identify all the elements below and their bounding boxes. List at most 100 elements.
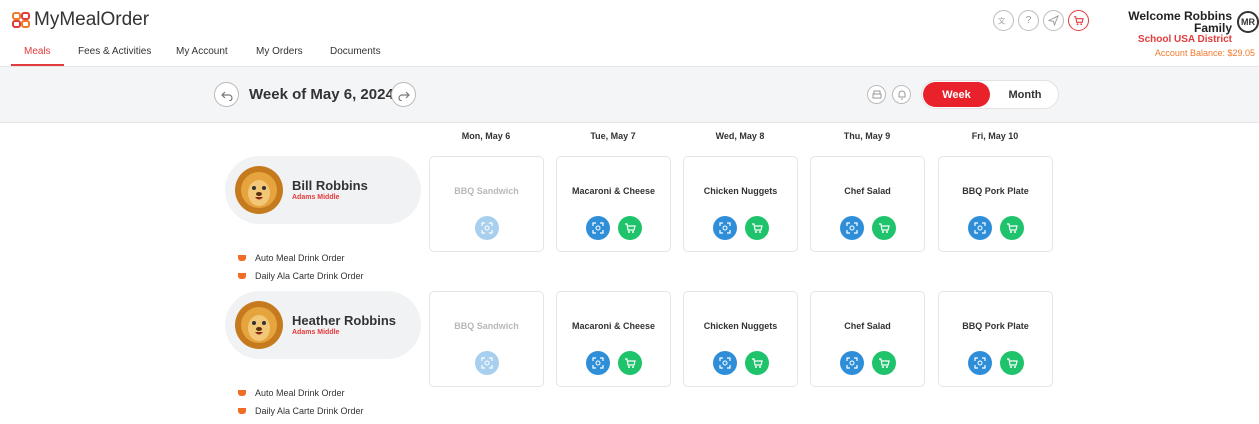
view-meal-button[interactable]	[967, 351, 992, 375]
svg-text:文: 文	[998, 16, 1006, 25]
add-to-cart-button[interactable]	[617, 351, 642, 375]
drink-orders: Auto Meal Drink Order Daily Ala Carte Dr…	[238, 384, 364, 420]
student-school: Adams Middle	[292, 329, 340, 336]
cup-icon	[238, 390, 246, 396]
undo-arrow-icon	[220, 91, 233, 101]
meal-card[interactable]: Chicken Nuggets	[683, 291, 798, 387]
add-to-cart-button[interactable]	[617, 216, 642, 240]
scan-icon	[973, 357, 986, 369]
meal-name: Chicken Nuggets	[703, 186, 778, 196]
add-to-cart-button[interactable]	[999, 351, 1024, 375]
meal-card[interactable]: BBQ Pork Plate	[938, 156, 1053, 252]
day-header: Mon, May 6	[461, 131, 511, 141]
view-meal-button	[474, 216, 499, 240]
view-meal-button[interactable]	[839, 216, 864, 240]
nav-my-account[interactable]: My Account	[176, 46, 228, 57]
drink-order-item[interactable]: Auto Meal Drink Order	[238, 249, 364, 267]
view-toggle: Week Month	[921, 80, 1059, 109]
cart-icon	[878, 223, 890, 233]
scan-icon	[718, 222, 731, 234]
view-meal-button[interactable]	[967, 216, 992, 240]
add-to-cart-button[interactable]	[744, 351, 769, 375]
account-balance[interactable]: Account Balance: $29.05	[1155, 48, 1255, 58]
lion-mascot-icon	[235, 166, 283, 214]
header-icons: 文 ?	[993, 10, 1089, 31]
student-card[interactable]: Heather Robbins Adams Middle	[225, 291, 421, 359]
print-button[interactable]	[867, 85, 886, 104]
translate-icon[interactable]: 文	[993, 10, 1014, 31]
day-header: Fri, May 10	[971, 131, 1019, 141]
view-meal-button[interactable]	[712, 351, 737, 375]
welcome-text: Welcome Robbins Family	[1128, 9, 1232, 35]
meal-card[interactable]: Chef Salad	[810, 291, 925, 387]
meal-card[interactable]: BBQ Sandwich	[429, 291, 544, 387]
cart-icon	[751, 223, 763, 233]
next-week-button[interactable]	[391, 82, 416, 107]
view-meal-button[interactable]	[839, 351, 864, 375]
add-to-cart-button[interactable]	[871, 351, 896, 375]
meal-name: BBQ Pork Plate	[962, 186, 1029, 196]
day-header: Tue, May 7	[590, 131, 636, 141]
logo-icon	[12, 12, 30, 28]
meal-name: BBQ Sandwich	[454, 186, 519, 196]
nav-my-orders[interactable]: My Orders	[256, 46, 303, 57]
add-to-cart-button[interactable]	[871, 216, 896, 240]
add-to-cart-button[interactable]	[999, 216, 1024, 240]
drink-order-item[interactable]: Daily Ala Carte Drink Order	[238, 402, 364, 420]
bell-icon	[898, 90, 905, 99]
add-to-cart-button[interactable]	[744, 216, 769, 240]
drink-order-item[interactable]: Auto Meal Drink Order	[238, 384, 364, 402]
previous-week-button[interactable]	[214, 82, 239, 107]
allergy-button[interactable]	[892, 85, 911, 104]
cart-icon	[624, 223, 636, 233]
send-icon[interactable]	[1043, 10, 1064, 31]
cart-icon	[1006, 223, 1018, 233]
student-school: Adams Middle	[292, 194, 340, 201]
month-view-button[interactable]: Month	[992, 82, 1058, 107]
student-card[interactable]: Bill Robbins Adams Middle	[225, 156, 421, 224]
cart-icon	[1006, 358, 1018, 368]
cup-icon	[238, 408, 246, 414]
day-header: Wed, May 8	[715, 131, 765, 141]
lion-mascot-icon	[235, 301, 283, 349]
cup-icon	[238, 273, 246, 279]
scan-icon	[845, 222, 858, 234]
view-meal-button[interactable]	[585, 351, 610, 375]
cart-icon[interactable]	[1068, 10, 1089, 31]
scan-icon	[973, 222, 986, 234]
view-meal-button[interactable]	[585, 216, 610, 240]
cup-icon	[238, 255, 246, 261]
nav-meals[interactable]: Meals	[24, 46, 51, 57]
scan-icon	[591, 357, 604, 369]
nav-fees-activities[interactable]: Fees & Activities	[78, 46, 151, 57]
week-view-button[interactable]: Week	[923, 82, 990, 107]
week-toolbar: Week of May 6, 2024 Week Month	[0, 67, 1259, 123]
app-logo[interactable]: MyMealOrder	[11, 9, 149, 31]
active-tab-indicator	[11, 64, 64, 66]
view-meal-button[interactable]	[712, 216, 737, 240]
meal-card[interactable]: BBQ Pork Plate	[938, 291, 1053, 387]
meal-name: Chef Salad	[844, 321, 891, 331]
meal-card[interactable]: Chef Salad	[810, 156, 925, 252]
nav-documents[interactable]: Documents	[330, 46, 381, 57]
drink-order-item[interactable]: Daily Ala Carte Drink Order	[238, 267, 364, 285]
top-bar: MyMealOrder 文 ? Welcome Robbins Family S…	[0, 0, 1259, 45]
help-icon[interactable]: ?	[1018, 10, 1039, 31]
meal-card[interactable]: Macaroni & Cheese	[556, 291, 671, 387]
student-name: Heather Robbins	[292, 313, 397, 328]
drink-order-label: Auto Meal Drink Order	[255, 253, 345, 263]
meal-name: BBQ Pork Plate	[962, 321, 1029, 331]
cart-icon	[624, 358, 636, 368]
meal-card[interactable]: Macaroni & Cheese	[556, 156, 671, 252]
drink-orders: Auto Meal Drink Order Daily Ala Carte Dr…	[238, 249, 364, 285]
scan-icon	[480, 357, 493, 369]
meal-card[interactable]: Chicken Nuggets	[683, 156, 798, 252]
day-header: Thu, May 9	[843, 131, 891, 141]
student-name: Bill Robbins	[292, 178, 368, 193]
drink-order-label: Daily Ala Carte Drink Order	[255, 271, 364, 281]
user-avatar[interactable]: MR	[1237, 11, 1259, 33]
meal-name: Macaroni & Cheese	[571, 321, 656, 331]
view-meal-button	[474, 351, 499, 375]
cart-icon	[751, 358, 763, 368]
meal-card[interactable]: BBQ Sandwich	[429, 156, 544, 252]
